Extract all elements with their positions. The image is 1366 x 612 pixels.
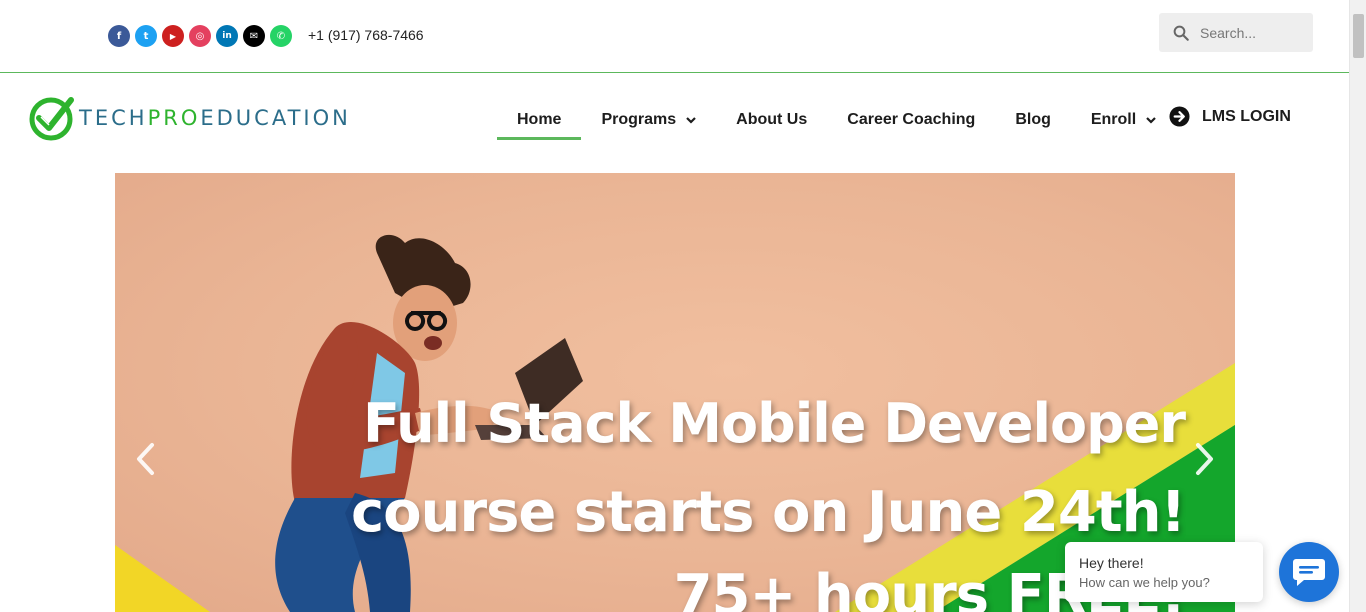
nav-blog-label: Blog — [1015, 111, 1051, 128]
hero-headline-line2: course starts on June 24th! — [350, 480, 1186, 545]
nav-programs[interactable]: Programs — [581, 100, 716, 140]
slider-prev-icon[interactable] — [130, 439, 160, 479]
checkmark-logo-icon — [29, 97, 74, 141]
site-logo[interactable]: TECHPROEDUCATION — [29, 94, 351, 142]
slider-next-icon[interactable] — [1190, 439, 1220, 479]
lms-login-link[interactable]: LMS LOGIN — [1169, 106, 1291, 127]
nav-home-label: Home — [517, 111, 562, 128]
phone-number[interactable]: +1 (917) 768-7466 — [308, 27, 424, 43]
chevron-down-icon — [1146, 117, 1156, 124]
nav-enroll-label: Enroll — [1090, 111, 1137, 128]
nav-about-us[interactable]: About Us — [716, 100, 827, 140]
nav-enroll[interactable]: Enroll — [1071, 100, 1176, 140]
search-input[interactable] — [1200, 24, 1310, 41]
nav-career-coaching[interactable]: Career Coaching — [827, 100, 995, 140]
search-icon[interactable] — [1172, 24, 1190, 42]
linkedin-icon[interactable]: in — [216, 25, 238, 47]
brand-pro: PRO — [147, 106, 201, 130]
top-bar: f t ▶ ◎ in ✉ ✆ +1 (917) 768-7466 — [0, 0, 1349, 73]
scrollbar-thumb[interactable] — [1353, 14, 1364, 58]
page-scrollbar[interactable] — [1349, 0, 1366, 612]
nav-career-label: Career Coaching — [847, 111, 976, 128]
instagram-icon[interactable]: ◎ — [189, 25, 211, 47]
facebook-icon[interactable]: f — [108, 25, 130, 47]
nav-blog[interactable]: Blog — [995, 100, 1071, 140]
chat-icon — [1293, 559, 1325, 586]
chevron-down-icon — [686, 117, 696, 124]
chat-open-button[interactable] — [1279, 542, 1339, 602]
twitter-icon[interactable]: t — [135, 25, 157, 47]
brand-tech: TECH — [79, 106, 148, 130]
youtube-icon[interactable]: ▶ — [162, 25, 184, 47]
search-box[interactable] — [1159, 13, 1313, 52]
whatsapp-icon[interactable]: ✆ — [270, 25, 292, 47]
social-links: f t ▶ ◎ in ✉ ✆ — [108, 25, 292, 47]
chat-greeting-bubble[interactable]: Hey there! How can we help you? — [1065, 542, 1263, 602]
nav-about-label: About Us — [736, 111, 808, 128]
envelope-icon[interactable]: ✉ — [243, 25, 265, 47]
nav-programs-label: Programs — [601, 111, 677, 128]
chat-subtitle: How can we help you? — [1079, 575, 1210, 590]
lms-login-label: LMS LOGIN — [1202, 107, 1291, 125]
nav-home[interactable]: Home — [497, 100, 582, 140]
chat-title: Hey there! — [1079, 555, 1144, 571]
arrow-right-circle-icon — [1169, 106, 1190, 127]
brand-education: EDUCATION — [200, 106, 351, 130]
main-nav: Home Programs About Us Career Coaching B… — [497, 100, 1176, 140]
brand-name: TECHPROEDUCATION — [79, 106, 351, 130]
hero-headline-line1: Full Stack Mobile Developer — [362, 392, 1186, 455]
